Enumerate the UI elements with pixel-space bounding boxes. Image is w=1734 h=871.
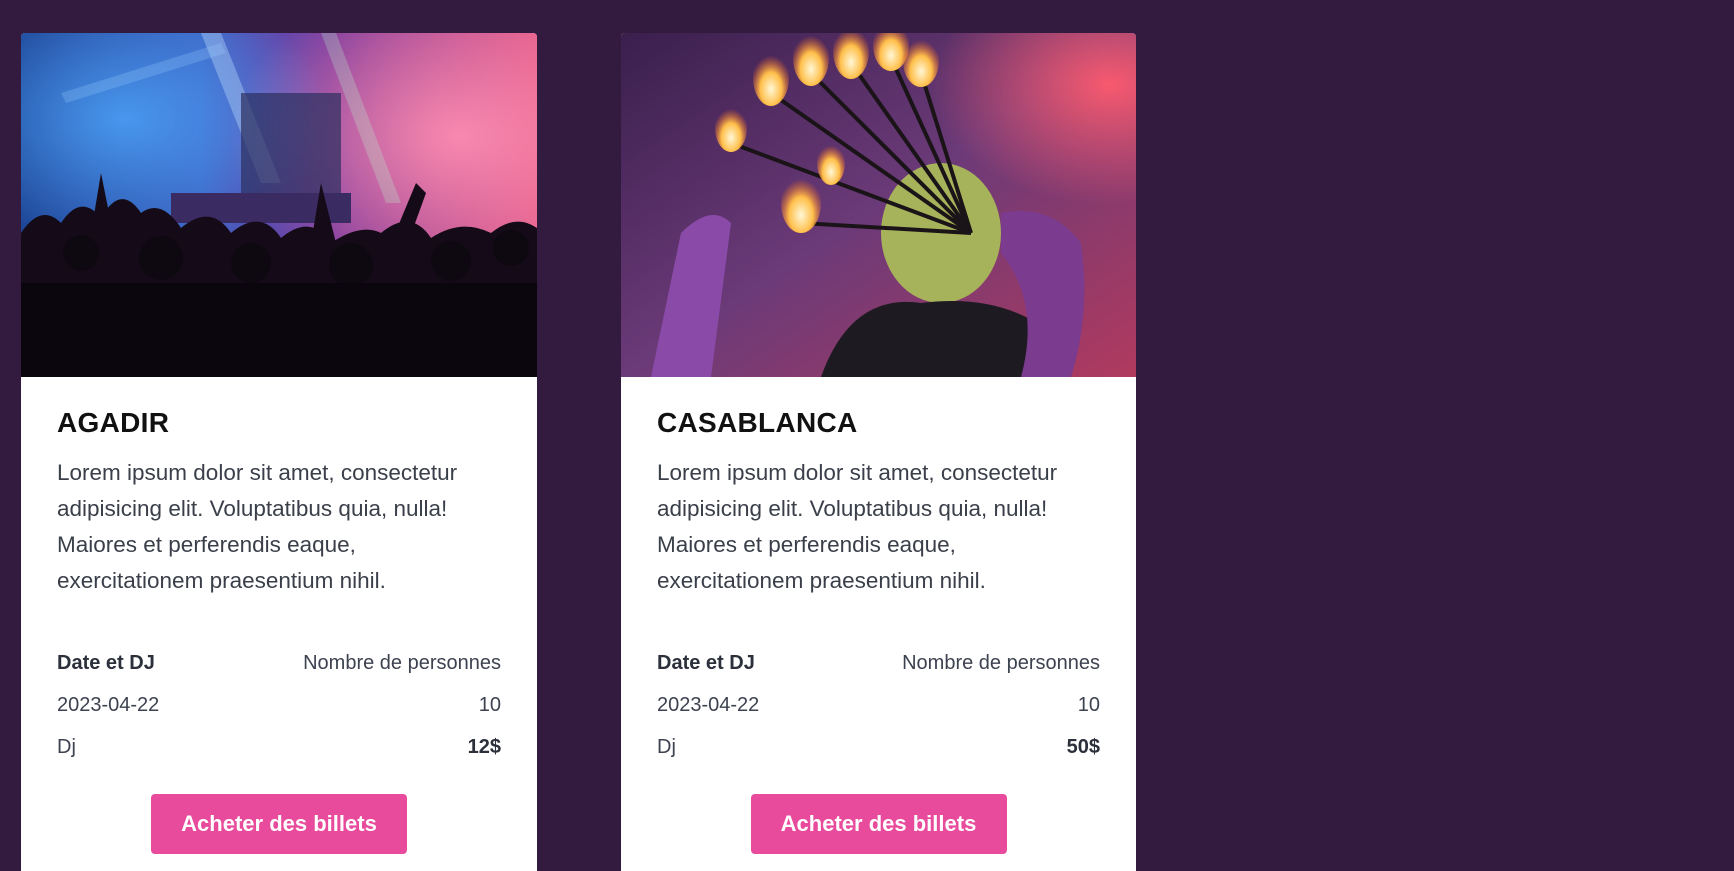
details-values-row: 2023-04-22 10 — [657, 684, 1100, 726]
details-header-row: Date et DJ Nombre de personnes — [57, 642, 501, 684]
fire-performer-illustration — [621, 33, 1136, 377]
details-price-row: Dj 50$ — [657, 726, 1100, 768]
ticket-price: 50$ — [1066, 735, 1100, 758]
event-title: CASABLANCA — [657, 407, 858, 438]
concert-crowd-image — [21, 33, 537, 377]
event-date: 2023-04-22 — [657, 693, 760, 716]
dj-name: Dj — [657, 735, 676, 758]
event-card-casablanca: CASABLANCA Lorem ipsum dolor sit amet, c… — [621, 33, 1136, 871]
buy-tickets-button[interactable]: Acheter des billets — [750, 794, 1007, 854]
event-description: Lorem ipsum dolor sit amet, consectetur … — [657, 460, 1058, 593]
event-title: AGADIR — [57, 407, 170, 438]
details-price-row: Dj 12$ — [57, 726, 501, 768]
ticket-price: 12$ — [467, 735, 501, 758]
event-details: Date et DJ Nombre de personnes 2023-04-2… — [57, 642, 501, 768]
buy-tickets-button[interactable]: Acheter des billets — [151, 794, 407, 854]
dj-name: Dj — [57, 735, 76, 758]
event-description: Lorem ipsum dolor sit amet, consectetur … — [57, 460, 458, 593]
people-label: Nombre de personnes — [902, 651, 1100, 674]
fire-performer-image — [621, 33, 1136, 377]
people-label: Nombre de personnes — [303, 651, 501, 674]
concert-crowd-illustration — [21, 33, 537, 377]
event-card-agadir: AGADIR Lorem ipsum dolor sit amet, conse… — [21, 33, 537, 871]
people-count: 10 — [478, 693, 501, 716]
event-details: Date et DJ Nombre de personnes 2023-04-2… — [657, 642, 1100, 768]
details-header-row: Date et DJ Nombre de personnes — [657, 642, 1100, 684]
date-dj-label: Date et DJ — [57, 651, 155, 674]
event-card-list: AGADIR Lorem ipsum dolor sit amet, conse… — [0, 0, 1734, 871]
people-count: 10 — [1077, 693, 1100, 716]
event-date: 2023-04-22 — [57, 693, 160, 716]
date-dj-label: Date et DJ — [657, 651, 755, 674]
details-values-row: 2023-04-22 10 — [57, 684, 501, 726]
